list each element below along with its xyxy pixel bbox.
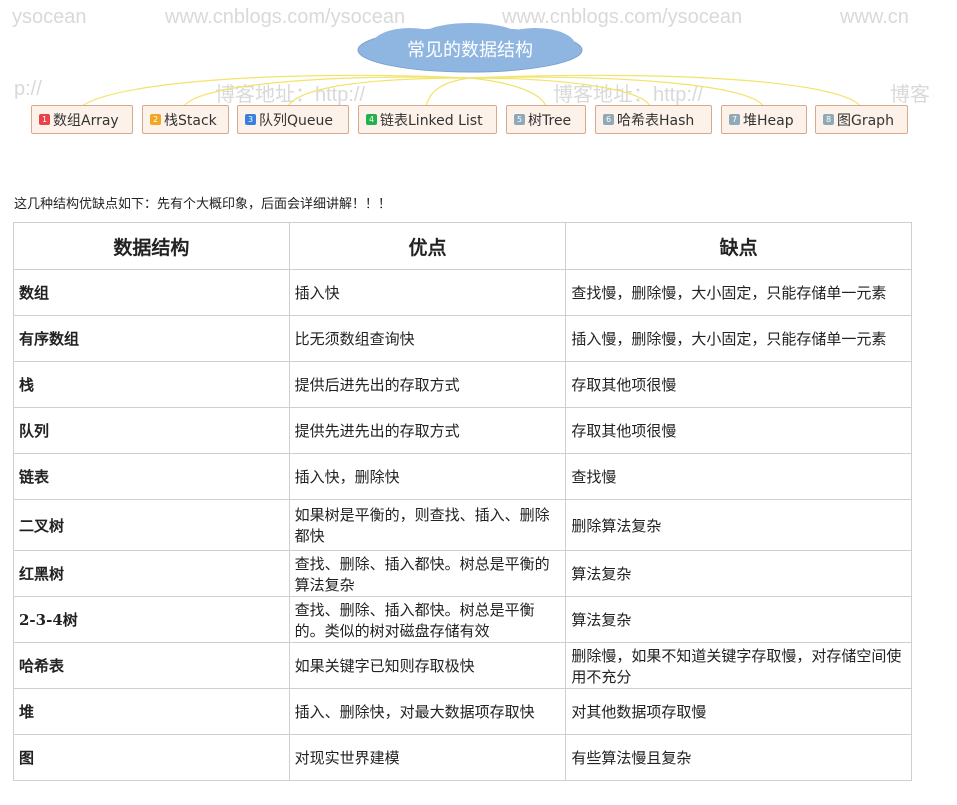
disadvantages-cell: 存取其他项很慢 [565,407,912,454]
mindmap-node-heap: 7 堆Heap [721,105,807,134]
structure-name: 有序数组 [13,315,290,362]
structure-name: 堆 [13,688,290,735]
advantages-cell: 插入、删除快，对最大数据项存取快 [288,688,567,735]
number-badge-icon: 7 [729,114,740,125]
disadvantages-cell: 插入慢，删除慢，大小固定，只能存储单一元素 [565,315,912,362]
disadvantages-cell: 删除算法复杂 [565,499,912,551]
number-badge-icon: 4 [366,114,377,125]
number-badge-icon: 8 [823,114,834,125]
disadvantages-cell: 删除慢，如果不知道关键字存取慢，对存储空间使用不充分 [565,642,912,689]
disadvantages-cell: 查找慢 [565,453,912,500]
advantages-cell: 插入快，删除快 [288,453,567,500]
structure-name: 图 [13,734,290,781]
mindmap-node-graph: 8 图Graph [815,105,908,134]
table-row: 红黑树 查找、删除、插入都快。树总是平衡的算法复杂 算法复杂 [13,550,912,597]
advantages-cell: 插入快 [288,269,567,316]
structure-name: 栈 [13,361,290,408]
number-badge-icon: 2 [150,114,161,125]
node-label: 链表Linked List [380,112,483,129]
mindmap-node-linked-list: 4 链表Linked List [358,105,497,134]
disadvantages-cell: 算法复杂 [565,596,912,643]
advantages-cell: 提供后进先出的存取方式 [288,361,567,408]
advantages-cell: 对现实世界建模 [288,734,567,781]
mindmap: 常见的数据结构 1 数组Array 2 栈Stack 3 队列Queue 4 链… [0,0,957,150]
node-label: 树Tree [528,112,572,129]
intro-text: 这几种结构优缺点如下：先有个大概印象，后面会详细讲解！！！ [14,197,392,212]
disadvantages-cell: 查找慢，删除慢，大小固定，只能存储单一元素 [565,269,912,316]
table-row: 链表 插入快，删除快 查找慢 [13,453,912,500]
table-row: 二叉树 如果树是平衡的，则查找、插入、删除都快 删除算法复杂 [13,499,912,551]
node-label: 哈希表Hash [617,112,695,129]
table-row: 队列 提供先进先出的存取方式 存取其他项很慢 [13,407,912,454]
node-label: 队列Queue [259,112,333,129]
disadvantages-cell: 算法复杂 [565,550,912,597]
advantages-cell: 查找、删除、插入都快。树总是平衡的。类似的树对磁盘存储有效 [288,596,567,643]
table-row: 图 对现实世界建模 有些算法慢且复杂 [13,734,912,781]
advantages-cell: 查找、删除、插入都快。树总是平衡的算法复杂 [288,550,567,597]
header-advantages: 优点 [288,222,567,270]
structure-name: 2-3-4树 [13,596,290,643]
table-row: 堆 插入、删除快，对最大数据项存取快 对其他数据项存取慢 [13,688,912,735]
table-row: 有序数组 比无须数组查询快 插入慢，删除慢，大小固定，只能存储单一元素 [13,315,912,362]
table-row: 2-3-4树 查找、删除、插入都快。树总是平衡的。类似的树对磁盘存储有效 算法复… [13,596,912,643]
disadvantages-cell: 对其他数据项存取慢 [565,688,912,735]
node-label: 栈Stack [164,112,217,129]
header-structure: 数据结构 [13,222,290,270]
node-label: 堆Heap [743,112,794,129]
node-label: 图Graph [837,112,894,129]
table-row: 哈希表 如果关键字已知则存取极快 删除慢，如果不知道关键字存取慢，对存储空间使用… [13,642,912,689]
mindmap-node-stack: 2 栈Stack [142,105,229,134]
table-header-row: 数据结构 优点 缺点 [13,222,912,270]
advantages-cell: 比无须数组查询快 [288,315,567,362]
structure-name: 二叉树 [13,499,290,551]
mindmap-node-array: 1 数组Array [31,105,133,134]
advantages-cell: 提供先进先出的存取方式 [288,407,567,454]
number-badge-icon: 6 [603,114,614,125]
structure-name: 队列 [13,407,290,454]
advantages-cell: 如果树是平衡的，则查找、插入、删除都快 [288,499,567,551]
header-disadvantages: 缺点 [565,222,912,270]
structure-name: 哈希表 [13,642,290,689]
mindmap-node-tree: 5 树Tree [506,105,586,134]
structure-name: 链表 [13,453,290,500]
mindmap-node-hash: 6 哈希表Hash [595,105,712,134]
structure-name: 红黑树 [13,550,290,597]
mindmap-node-queue: 3 队列Queue [237,105,349,134]
mindmap-root-title: 常见的数据结构 [407,40,533,61]
number-badge-icon: 5 [514,114,525,125]
number-badge-icon: 1 [39,114,50,125]
advantages-cell: 如果关键字已知则存取极快 [288,642,567,689]
data-structure-comparison-table: 数据结构 优点 缺点 数组 插入快 查找慢，删除慢，大小固定，只能存储单一元素 … [13,222,912,781]
number-badge-icon: 3 [245,114,256,125]
disadvantages-cell: 存取其他项很慢 [565,361,912,408]
table-row: 栈 提供后进先出的存取方式 存取其他项很慢 [13,361,912,408]
node-label: 数组Array [53,112,119,129]
structure-name: 数组 [13,269,290,316]
disadvantages-cell: 有些算法慢且复杂 [565,734,912,781]
table-row: 数组 插入快 查找慢，删除慢，大小固定，只能存储单一元素 [13,269,912,316]
